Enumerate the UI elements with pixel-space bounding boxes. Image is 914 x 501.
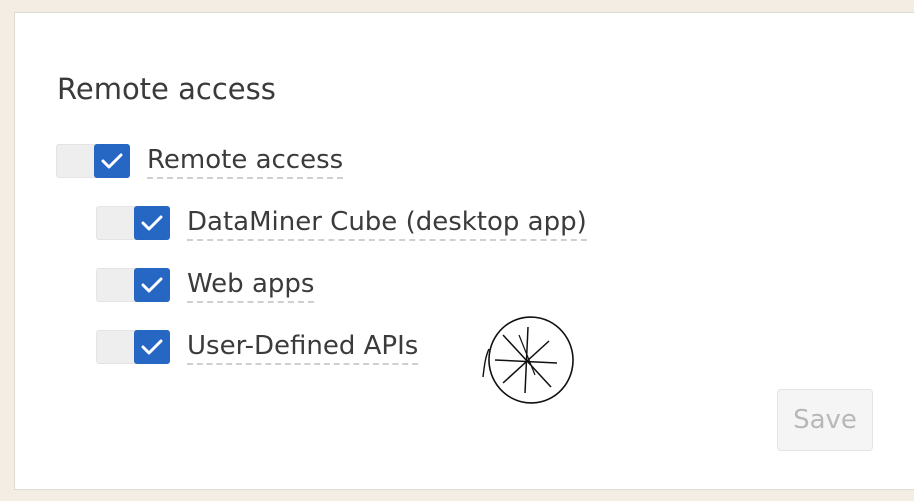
user-defined-apis-toggle[interactable] bbox=[96, 330, 170, 364]
option-row-web-apps: Web apps bbox=[96, 267, 315, 303]
toggle-knob bbox=[94, 144, 130, 178]
window-frame: Remote access Remote access DataMiner Cu… bbox=[0, 0, 914, 501]
option-row-dataminer-cube: DataMiner Cube (desktop app) bbox=[96, 205, 587, 241]
web-apps-label[interactable]: Web apps bbox=[187, 267, 315, 303]
section-title: Remote access bbox=[57, 72, 276, 106]
checkmark-icon bbox=[141, 215, 163, 231]
remote-access-panel: Remote access Remote access DataMiner Cu… bbox=[14, 12, 914, 490]
toggle-knob bbox=[134, 330, 170, 364]
option-row-user-defined-apis: User-Defined APIs bbox=[96, 329, 419, 365]
option-row-remote-access: Remote access bbox=[56, 143, 344, 179]
dataminer-cube-toggle[interactable] bbox=[96, 206, 170, 240]
toggle-knob bbox=[134, 268, 170, 302]
hand-drawn-annotation-icon bbox=[482, 316, 574, 404]
checkmark-icon bbox=[141, 277, 163, 293]
checkmark-icon bbox=[141, 339, 163, 355]
web-apps-toggle[interactable] bbox=[96, 268, 170, 302]
save-button[interactable]: Save bbox=[777, 389, 873, 451]
user-defined-apis-label[interactable]: User-Defined APIs bbox=[187, 329, 419, 365]
checkmark-icon bbox=[101, 153, 123, 169]
remote-access-toggle[interactable] bbox=[56, 144, 130, 178]
remote-access-label[interactable]: Remote access bbox=[147, 143, 344, 179]
dataminer-cube-label[interactable]: DataMiner Cube (desktop app) bbox=[187, 205, 587, 241]
toggle-knob bbox=[134, 206, 170, 240]
